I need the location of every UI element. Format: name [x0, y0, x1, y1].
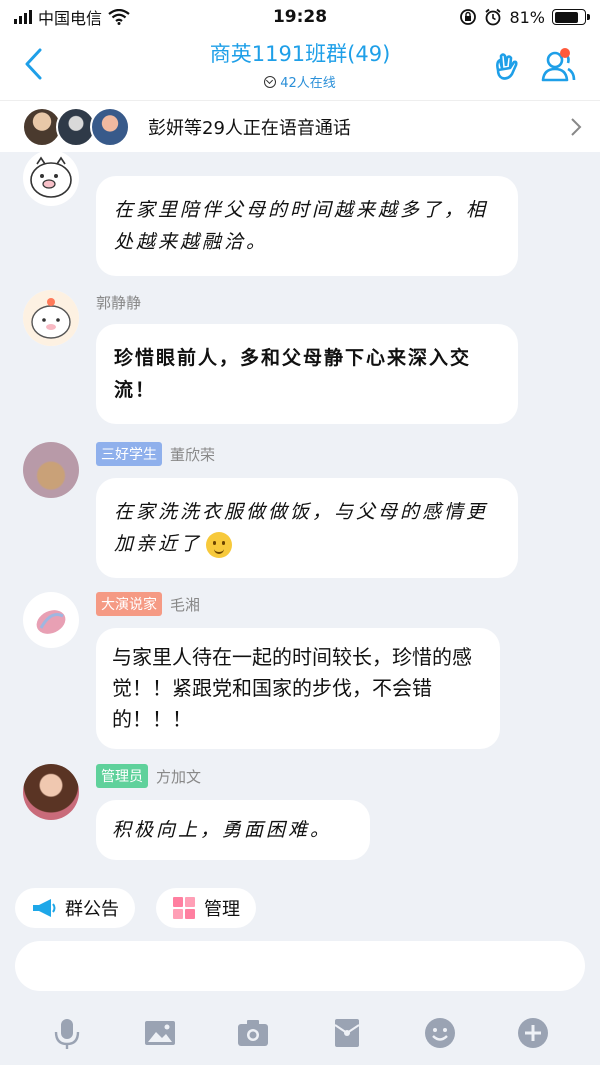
notification-badge — [560, 48, 570, 58]
plus-icon[interactable] — [516, 1016, 550, 1050]
voice-call-banner[interactable]: 彭妍等29人正在语音通话 — [0, 100, 600, 152]
grid-icon — [173, 897, 195, 919]
emoji-icon[interactable] — [423, 1016, 457, 1050]
pig-avatar-icon — [23, 290, 79, 346]
microphone-icon[interactable] — [50, 1016, 84, 1050]
avatar[interactable] — [23, 290, 79, 346]
message-bubble[interactable]: 与家里人待在一起的时间较长，珍惜的感觉！！紧跟党和国家的步伐，不会错的！！！ — [96, 628, 500, 749]
manage-label: 管理 — [204, 899, 240, 920]
chevron-right-icon — [571, 118, 582, 136]
sender-name[interactable]: 董欣荣 — [170, 444, 215, 465]
sender-name[interactable]: 郭静静 — [96, 292, 141, 313]
shell-avatar-icon — [36, 610, 66, 634]
pig-avatar-icon — [30, 156, 72, 198]
message-meta: 郭静静 — [96, 292, 141, 313]
sender-name[interactable]: 方加文 — [156, 766, 201, 787]
message-bubble[interactable]: 在家里陪伴父母的时间越来越多了，相处越来越融洽。 — [96, 176, 518, 276]
smile-emoji-icon — [206, 532, 233, 558]
member-tag: 三好学生 — [96, 442, 162, 466]
avatar — [90, 106, 130, 147]
rotation-lock-icon — [460, 9, 477, 25]
message-text: 与家里人待在一起的时间较长，珍惜的感觉！！紧跟党和国家的步伐，不会错的！！！ — [112, 645, 472, 731]
hand-gesture-icon[interactable] — [490, 48, 526, 84]
message-item: 在家里陪伴父母的时间越来越多了，相处越来越融洽。 — [0, 152, 600, 276]
message-item: 郭静静 珍惜眼前人，多和父母静下心来深入交流！ — [0, 290, 600, 425]
red-packet-icon[interactable] — [330, 1016, 364, 1050]
chat-header: 商英1191班群(49) 42人在线 — [0, 34, 600, 100]
group-members-icon — [541, 51, 576, 82]
manage-button[interactable]: 管理 — [156, 888, 256, 928]
message-input[interactable] — [15, 941, 585, 991]
message-meta: 三好学生 董欣荣 — [96, 442, 215, 466]
message-item: 管理员 方加文 积极向上，勇面困难。 — [0, 764, 600, 874]
group-members-button[interactable] — [536, 44, 586, 88]
battery-percent: 81% — [509, 7, 545, 27]
online-status-icon — [264, 75, 277, 88]
message-bubble[interactable]: 在家洗洗衣服做做饭，与父母的感情更加亲近了 — [96, 478, 518, 578]
online-count-label: 42人在线 — [280, 76, 336, 91]
message-list[interactable]: 在家里陪伴父母的时间越来越多了，相处越来越融洽。 郭静静 珍惜眼前人，多和父母静… — [0, 152, 600, 880]
message-item: 大演说家 毛湘 与家里人待在一起的时间较长，珍惜的感觉！！紧跟党和国家的步伐，不… — [0, 592, 600, 749]
message-text: 珍惜眼前人，多和父母静下心来深入交流！ — [114, 347, 472, 401]
carrier-name: 中国电信 — [38, 9, 103, 28]
message-bubble[interactable]: 积极向上，勇面困难。 — [96, 800, 370, 860]
camera-icon[interactable] — [236, 1016, 270, 1050]
voice-call-text: 彭妍等29人正在语音通话 — [148, 117, 351, 139]
avatar[interactable] — [23, 592, 79, 648]
image-icon[interactable] — [143, 1016, 177, 1050]
status-bar: 中国电信 19:28 81% — [0, 0, 600, 34]
message-meta: 大演说家 毛湘 — [96, 592, 200, 616]
member-tag: 管理员 — [96, 764, 148, 788]
input-toolbar — [0, 1000, 600, 1065]
signal-icon — [14, 10, 32, 24]
avatar[interactable] — [23, 442, 79, 498]
avatar[interactable] — [23, 152, 79, 206]
sender-name[interactable]: 毛湘 — [170, 594, 200, 615]
announcement-label: 群公告 — [65, 899, 119, 920]
battery-icon — [552, 9, 590, 25]
message-meta: 管理员 方加文 — [96, 764, 201, 788]
member-tag: 大演说家 — [96, 592, 162, 616]
voice-participants — [22, 105, 152, 149]
message-text: 在家里陪伴父母的时间越来越多了，相处越来越融洽。 — [114, 199, 489, 253]
message-text: 在家洗洗衣服做做饭，与父母的感情更加亲近了 — [114, 501, 489, 555]
megaphone-icon — [33, 899, 56, 917]
wifi-icon — [108, 9, 130, 25]
announcement-button[interactable]: 群公告 — [15, 888, 135, 928]
message-bubble[interactable]: 珍惜眼前人，多和父母静下心来深入交流！ — [96, 324, 518, 424]
message-text: 积极向上，勇面困难。 — [112, 819, 333, 841]
alarm-icon — [485, 8, 502, 26]
online-count[interactable]: 42人在线 — [264, 72, 336, 91]
avatar[interactable] — [23, 764, 79, 820]
message-item: 三好学生 董欣荣 在家洗洗衣服做做饭，与父母的感情更加亲近了 — [0, 442, 600, 578]
